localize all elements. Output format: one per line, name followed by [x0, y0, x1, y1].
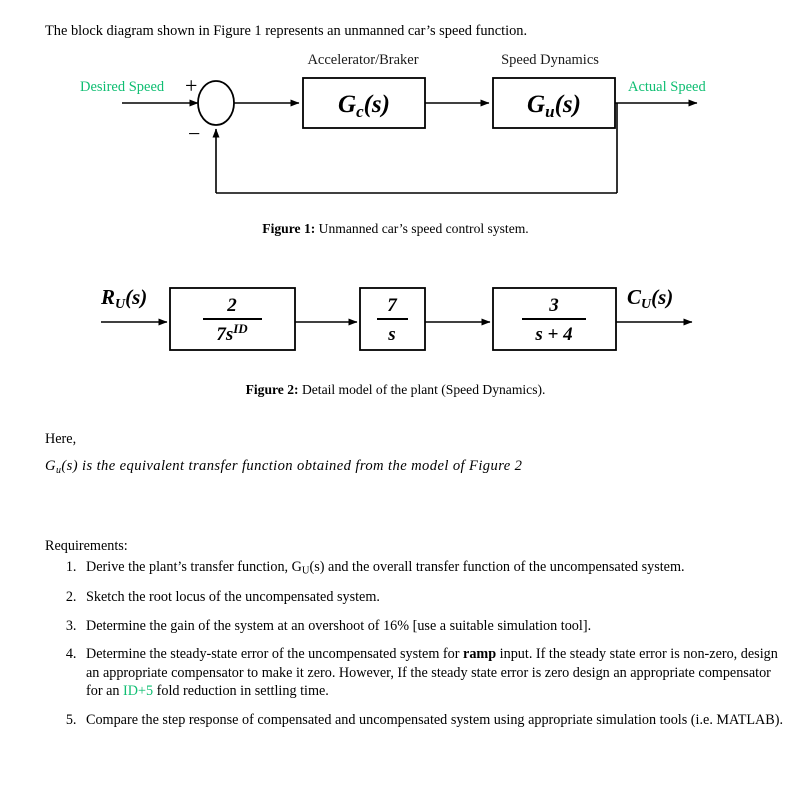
requirement-text: Sketch the root locus of the uncompensat… — [86, 589, 380, 606]
here-statement-g: G — [45, 458, 56, 474]
requirement-text: Compare the step response of compensated… — [86, 711, 784, 728]
actual-speed-label: Actual Speed — [628, 79, 706, 95]
figure-1-caption: Figure 1: Unmanned car’s speed control s… — [0, 221, 791, 237]
requirement-highlight: ID+5 — [123, 683, 154, 700]
summing-junction-minus-sign: − — [188, 121, 200, 146]
plant-block-label: Gu(s) — [527, 91, 581, 121]
plant-block-3-denominator: s + 4 — [534, 324, 572, 345]
figure1-block1-title: Accelerator/Braker — [307, 52, 418, 68]
requirement-item: Sketch the root locus of the uncompensat… — [80, 588, 785, 606]
desired-speed-label: Desired Speed — [80, 79, 165, 95]
plant-block-1-numerator: 2 — [226, 295, 237, 316]
here-statement: Gu(s) is the equivalent transfer functio… — [45, 458, 522, 476]
here-label: Here, — [45, 431, 77, 447]
summing-junction-plus-sign: + — [185, 73, 197, 98]
figure1-block2-title: Speed Dynamics — [501, 52, 599, 68]
document-page: The block diagram shown in Figure 1 repr… — [0, 0, 791, 802]
requirements-list: Derive the plant’s transfer function, GU… — [45, 558, 785, 739]
figure-1-caption-label: Figure 1: — [262, 221, 316, 236]
figure-2-caption-text: Detail model of the plant (Speed Dynamic… — [298, 382, 546, 397]
figure-2-caption: Figure 2: Detail model of the plant (Spe… — [0, 382, 791, 398]
requirement-subscript: U — [301, 565, 310, 577]
requirement-text: (s) and the overall transfer function of… — [309, 559, 685, 575]
figure-1-svg: Accelerator/Braker Speed Dynamics Desire… — [80, 52, 706, 194]
requirement-text: fold reduction in settling time. — [153, 683, 329, 700]
plant-block-3-numerator: 3 — [548, 295, 559, 316]
figure2-output-label: CU(s) — [627, 285, 673, 312]
plant-block-2-numerator: 7 — [387, 295, 398, 316]
requirement-text: Determine the steady-state error of the … — [86, 646, 464, 663]
requirement-item: Compare the step response of compensated… — [80, 711, 785, 729]
here-statement-rest: (s) is the equivalent transfer function … — [61, 458, 523, 474]
requirement-text: Derive the plant’s transfer function, G — [86, 559, 302, 575]
figure-2-svg: RU(s) 2 7sID 7 s 3 s + 4 CU(s) — [100, 285, 693, 351]
plant-block-1-denominator: 7sID — [216, 321, 248, 345]
figure-1-caption-text: Unmanned car’s speed control system. — [315, 221, 529, 236]
requirement-item: Derive the plant’s transfer function, GU… — [80, 558, 785, 578]
figure-1-diagram: Accelerator/Braker Speed Dynamics Desire… — [0, 40, 791, 215]
figure-2-diagram: RU(s) 2 7sID 7 s 3 s + 4 CU(s) — [0, 278, 791, 368]
requirement-item: Determine the steady-state error of the … — [80, 645, 785, 700]
intro-paragraph: The block diagram shown in Figure 1 repr… — [45, 23, 528, 39]
figure-2-caption-label: Figure 2: — [245, 382, 299, 397]
requirement-text: Determine the gain of the system at an o… — [86, 617, 592, 634]
requirements-heading: Requirements: — [45, 538, 128, 554]
summing-junction — [197, 80, 235, 126]
controller-block-label: Gc(s) — [338, 91, 390, 121]
plant-block-2-denominator: s — [387, 324, 395, 345]
requirement-emphasis: ramp — [463, 646, 497, 663]
figure2-input-label: RU(s) — [100, 285, 147, 312]
requirement-item: Determine the gain of the system at an o… — [80, 617, 785, 635]
